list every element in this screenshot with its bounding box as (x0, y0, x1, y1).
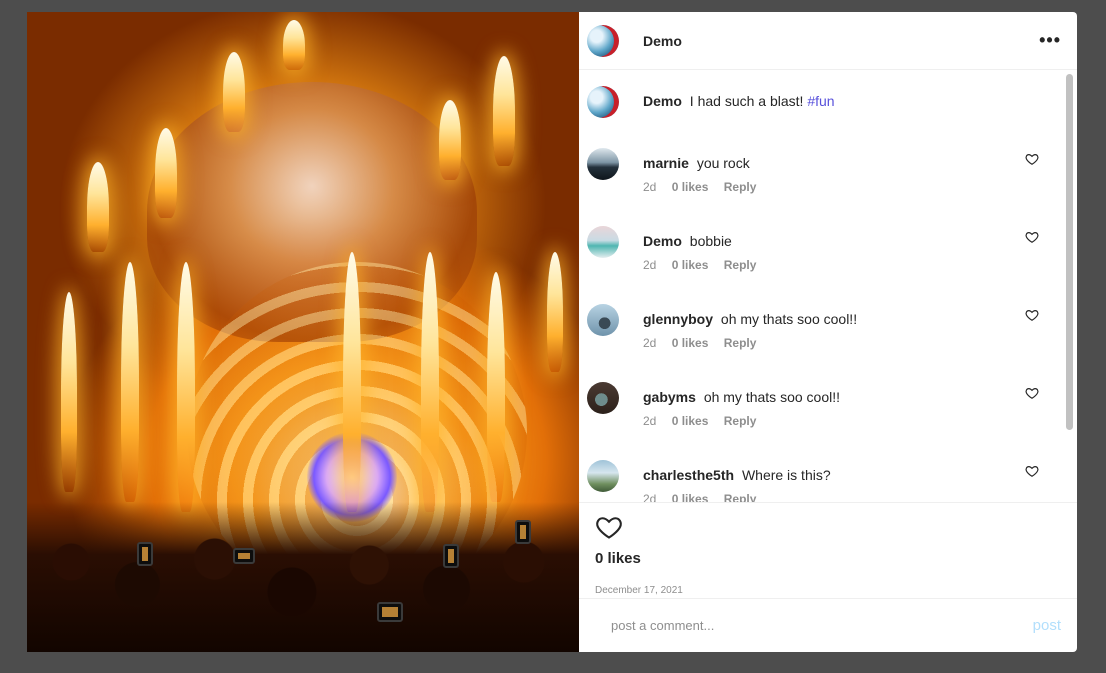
phone-screen (515, 520, 531, 544)
comment-username[interactable]: glennyboy (643, 311, 713, 327)
avatar[interactable] (587, 382, 619, 414)
post-date: December 17, 2021 (595, 585, 683, 596)
comment-likes[interactable]: 0 likes (672, 258, 709, 272)
phone-screen (443, 544, 459, 568)
flame (493, 56, 515, 166)
flame (61, 292, 77, 492)
flame (439, 100, 461, 180)
more-horizontal-icon[interactable]: ••• (1039, 30, 1061, 51)
phone-screen (137, 542, 153, 566)
comment-meta: 2d 0 likes Reply (643, 492, 831, 502)
flame (421, 252, 439, 512)
comment-row: Demo bobbie 2d 0 likes Reply (579, 226, 1059, 304)
heart-icon[interactable] (1025, 152, 1039, 166)
phone-screen (233, 548, 255, 564)
comment-text: Demo bobbie (643, 232, 768, 250)
comment-meta: 2d 0 likes Reply (643, 336, 857, 350)
comment-likes[interactable]: 0 likes (672, 180, 709, 194)
comment-text: charlesthe5th Where is this? (643, 466, 831, 484)
caption-text: Demo I had such a blast! #fun (643, 92, 835, 110)
comment-body: oh my thats soo cool!! (703, 389, 840, 405)
comment-age: 2d (643, 180, 657, 194)
flame (121, 262, 139, 502)
like-heart-icon[interactable] (595, 513, 623, 541)
avatar[interactable] (587, 226, 619, 258)
avatar[interactable] (587, 460, 619, 492)
comment-age: 2d (643, 492, 657, 502)
reply-button[interactable]: Reply (724, 180, 757, 194)
reply-button[interactable]: Reply (724, 336, 757, 350)
comment-row: charlesthe5th Where is this? 2d 0 likes … (579, 460, 1059, 502)
reply-button[interactable]: Reply (724, 414, 757, 428)
comment-age: 2d (643, 258, 657, 272)
comment-username[interactable]: marnie (643, 155, 689, 171)
flame (283, 20, 305, 70)
comment-text: marnie you rock (643, 154, 768, 172)
comment-likes[interactable]: 0 likes (672, 336, 709, 350)
flame (155, 128, 177, 218)
comment-body: you rock (696, 155, 750, 171)
comment-age: 2d (643, 336, 657, 350)
comment-input[interactable] (611, 618, 1033, 633)
comment-text: gabyms oh my thats soo cool!! (643, 388, 840, 406)
heart-icon[interactable] (1025, 230, 1039, 244)
comment-body: bobbie (689, 233, 732, 249)
hashtag-link[interactable]: #fun (807, 93, 834, 109)
flame (223, 52, 245, 132)
comment-row: gabyms oh my thats soo cool!! 2d 0 likes… (579, 382, 1059, 460)
comment-composer: post (579, 598, 1077, 652)
reply-button[interactable]: Reply (724, 258, 757, 272)
comment-text: glennyboy oh my thats soo cool!! (643, 310, 857, 328)
likes-count[interactable]: 0 likes (595, 550, 1061, 567)
flame (87, 162, 109, 252)
avatar[interactable] (587, 24, 619, 57)
post-header: Demo ••• (579, 12, 1077, 70)
comments-list[interactable]: Demo I had such a blast! #fun marnie you… (579, 70, 1077, 502)
phone-screen (377, 602, 403, 622)
comment-body: Where is this? (741, 467, 831, 483)
comment-likes[interactable]: 0 likes (672, 414, 709, 428)
comment-body: oh my thats soo cool!! (720, 311, 858, 327)
heart-icon[interactable] (1025, 386, 1039, 400)
post-side-panel: Demo ••• Demo I had such a blast! #fun m… (579, 12, 1077, 652)
heart-icon[interactable] (1025, 308, 1039, 322)
caption-body: I had such a blast! (689, 93, 804, 109)
avatar[interactable] (587, 86, 619, 118)
comment-username[interactable]: charlesthe5th (643, 467, 734, 483)
crowd (27, 502, 579, 652)
post-actions: 0 likes December 17, 2021 (579, 502, 1077, 598)
caption-username[interactable]: Demo (643, 93, 682, 109)
post-author[interactable]: Demo (643, 33, 1039, 49)
flame (177, 262, 195, 512)
comments-scrollbar[interactable] (1066, 74, 1073, 430)
comment-meta: 2d 0 likes Reply (643, 414, 840, 428)
post-photo (27, 12, 579, 652)
avatar[interactable] (587, 148, 619, 180)
comment-username[interactable]: Demo (643, 233, 682, 249)
comment-likes[interactable]: 0 likes (672, 492, 709, 502)
comment-meta: 2d 0 likes Reply (643, 180, 768, 194)
avatar[interactable] (587, 304, 619, 336)
comment-age: 2d (643, 414, 657, 428)
flame (343, 252, 361, 512)
caption-row: Demo I had such a blast! #fun (579, 86, 1059, 148)
heart-icon[interactable] (1025, 464, 1039, 478)
comment-row: marnie you rock 2d 0 likes Reply (579, 148, 1059, 226)
post-comment-button[interactable]: post (1033, 617, 1061, 634)
reply-button[interactable]: Reply (724, 492, 757, 502)
flame (547, 252, 563, 372)
comment-username[interactable]: gabyms (643, 389, 696, 405)
flame (487, 272, 505, 502)
post-modal: Demo ••• Demo I had such a blast! #fun m… (27, 12, 1077, 652)
comment-meta: 2d 0 likes Reply (643, 258, 768, 272)
comment-row: glennyboy oh my thats soo cool!! 2d 0 li… (579, 304, 1059, 382)
